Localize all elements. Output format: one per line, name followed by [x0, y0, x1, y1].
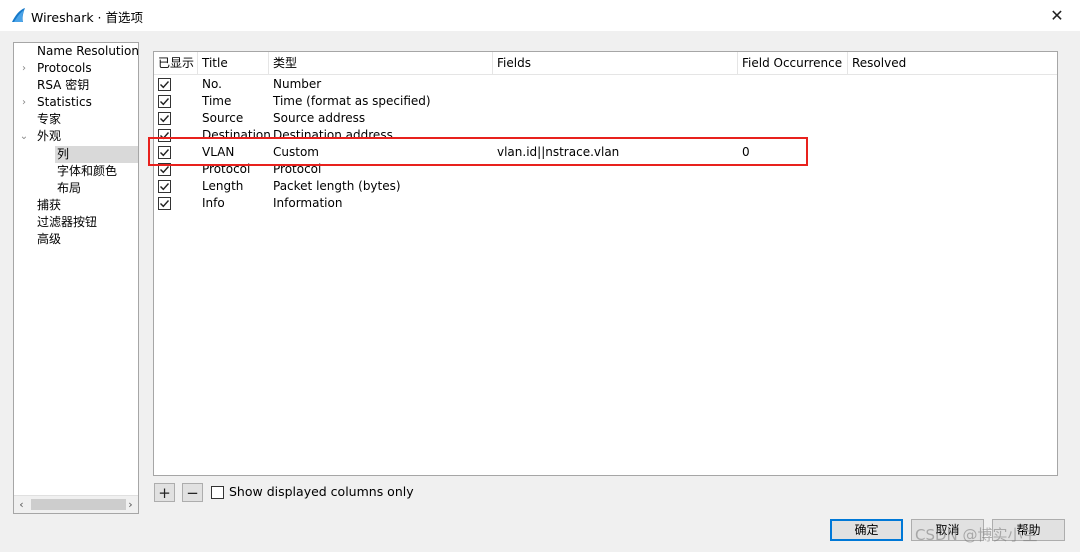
displayed-checkbox[interactable] — [158, 129, 171, 142]
table-row[interactable]: VLAN Custom vlan.id||nstrace.vlan 0 — [154, 144, 1057, 161]
cell-fields[interactable]: vlan.id||nstrace.vlan — [497, 144, 619, 161]
checkmark-icon — [160, 183, 170, 191]
displayed-checkbox[interactable] — [158, 180, 171, 193]
displayed-checkbox[interactable] — [158, 112, 171, 125]
displayed-checkbox[interactable] — [158, 78, 171, 91]
table-row[interactable]: Length Packet length (bytes) — [154, 178, 1057, 195]
table-row[interactable]: Protocol Protocol — [154, 161, 1057, 178]
watermark: CSDN @博实小生 — [915, 526, 1038, 544]
scroll-right-icon[interactable]: › — [123, 496, 138, 513]
chevron-down-icon[interactable]: ⌄ — [18, 128, 30, 145]
close-icon[interactable]: ✕ — [1034, 0, 1080, 31]
checkmark-icon — [160, 81, 170, 89]
cell-type[interactable]: Number — [273, 76, 321, 93]
show-displayed-checkbox[interactable] — [211, 486, 224, 499]
cell-occurrence[interactable]: 0 — [742, 144, 750, 161]
checkmark-icon — [160, 115, 170, 123]
preferences-tree: Name Resolution › Protocols RSA 密钥 › Sta… — [13, 42, 139, 514]
checkmark-icon — [160, 132, 170, 140]
tree-item-capture[interactable]: 捕获 — [37, 197, 61, 214]
window-title: Wireshark · 首选项 — [31, 10, 144, 25]
table-row[interactable]: Info Information — [154, 195, 1057, 212]
cell-title[interactable]: No. — [202, 76, 222, 93]
displayed-checkbox[interactable] — [158, 163, 171, 176]
cell-type[interactable]: Source address — [273, 110, 365, 127]
checkmark-icon — [160, 200, 170, 208]
tree-item-rsa-keys[interactable]: RSA 密钥 — [37, 77, 89, 94]
cell-title[interactable]: Length — [202, 178, 243, 195]
cell-type[interactable]: Custom — [273, 144, 319, 161]
table-row[interactable]: No. Number — [154, 76, 1057, 93]
horizontal-scrollbar[interactable]: ‹ › — [14, 495, 138, 513]
checkmark-icon — [160, 98, 170, 106]
displayed-checkbox[interactable] — [158, 197, 171, 210]
cell-title[interactable]: Source — [202, 110, 243, 127]
cell-title[interactable]: VLAN — [202, 144, 234, 161]
cell-type[interactable]: Destination address — [273, 127, 393, 144]
cell-title[interactable]: Protocol — [202, 161, 250, 178]
cell-title[interactable]: Destination — [202, 127, 271, 144]
tree-item-font-and-colors[interactable]: 字体和颜色 — [57, 163, 117, 180]
table-header: 已显示 Title 类型 Fields Field Occurrence Res… — [154, 52, 1057, 75]
show-displayed-label: Show displayed columns only — [229, 484, 414, 499]
displayed-checkbox[interactable] — [158, 95, 171, 108]
tree-item-filter-buttons[interactable]: 过滤器按钮 — [37, 214, 97, 231]
add-column-button[interactable]: + — [154, 483, 175, 502]
chevron-right-icon[interactable]: › — [18, 94, 30, 111]
scroll-left-icon[interactable]: ‹ — [14, 496, 29, 513]
header-title[interactable]: Title — [198, 52, 269, 74]
title-bar: Wireshark · 首选项 ✕ — [0, 0, 1080, 31]
header-fields[interactable]: Fields — [493, 52, 738, 74]
tree-item-protocols[interactable]: Protocols — [37, 60, 92, 77]
scroll-thumb[interactable] — [31, 499, 126, 510]
table-row[interactable]: Source Source address — [154, 110, 1057, 127]
tree-item-advanced[interactable]: 高级 — [37, 231, 61, 248]
table-row[interactable]: Destination Destination address — [154, 127, 1057, 144]
cell-title[interactable]: Time — [202, 93, 231, 110]
tree-item-name-resolution[interactable]: Name Resolution — [37, 43, 138, 60]
chevron-right-icon[interactable]: › — [18, 60, 30, 77]
wireshark-fin-icon — [12, 8, 25, 22]
header-field-occurrence[interactable]: Field Occurrence — [738, 52, 848, 74]
cell-title[interactable]: Info — [202, 195, 225, 212]
cell-type[interactable]: Information — [273, 195, 342, 212]
tree-item-statistics[interactable]: Statistics — [37, 94, 92, 111]
displayed-checkbox[interactable] — [158, 146, 171, 159]
cell-type[interactable]: Packet length (bytes) — [273, 178, 401, 195]
table-row[interactable]: Time Time (format as specified) — [154, 93, 1057, 110]
header-type[interactable]: 类型 — [269, 52, 493, 74]
tree-item-appearance[interactable]: 外观 — [37, 128, 61, 145]
tree-item-expert[interactable]: 专家 — [37, 111, 61, 128]
columns-table: 已显示 Title 类型 Fields Field Occurrence Res… — [153, 51, 1058, 476]
cell-type[interactable]: Time (format as specified) — [273, 93, 431, 110]
tree-item-columns[interactable]: 列 — [57, 146, 69, 163]
header-displayed[interactable]: 已显示 — [154, 52, 198, 74]
ok-button[interactable]: 确定 — [830, 519, 903, 541]
remove-column-button[interactable]: − — [182, 483, 203, 502]
tree-item-layout[interactable]: 布局 — [57, 180, 81, 197]
checkmark-icon — [160, 166, 170, 174]
header-resolved[interactable]: Resolved — [848, 52, 1057, 74]
checkmark-icon — [160, 149, 170, 157]
cell-type[interactable]: Protocol — [273, 161, 321, 178]
